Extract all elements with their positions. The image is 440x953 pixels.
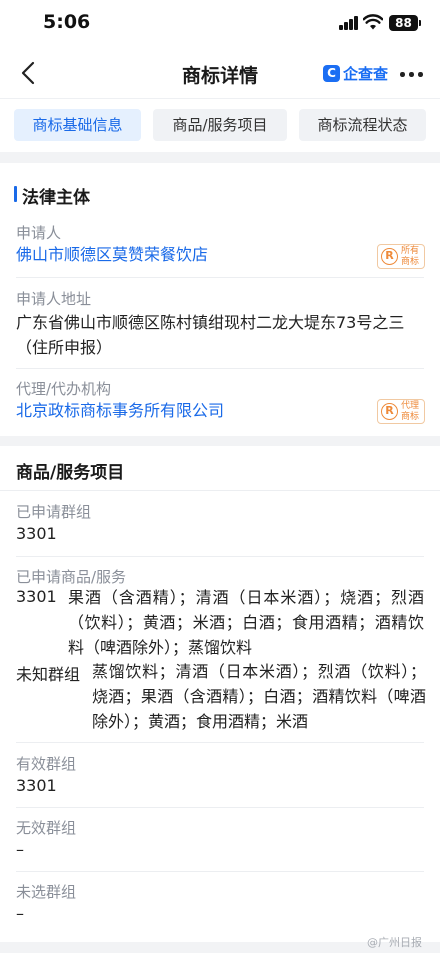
nav-bar: 商标详情 C 企查查 bbox=[0, 48, 440, 98]
address-label: 申请人地址 bbox=[16, 290, 92, 308]
unselected-group-label: 未选群组 bbox=[16, 883, 77, 901]
status-time: 5:06 bbox=[43, 11, 91, 33]
divider bbox=[0, 490, 440, 491]
tab-goods-services[interactable]: 商品/服务项目 bbox=[153, 109, 287, 141]
battery-icon: 88 bbox=[389, 15, 421, 31]
tab-process-status[interactable]: 商标流程状态 bbox=[299, 109, 426, 141]
valid-group-value: 3301 bbox=[16, 776, 57, 795]
valid-group-label: 有效群组 bbox=[16, 755, 77, 773]
goods-list: 果酒（含酒精）；清酒（日本米酒）；烧酒；烈酒（饮料）；黄酒；米酒；白酒；食用酒精… bbox=[68, 588, 424, 657]
badge-label: 代理商标 bbox=[401, 401, 420, 422]
watermark: @广州日报 bbox=[367, 936, 422, 949]
qcc-logo-icon: C bbox=[323, 64, 340, 82]
applicant-label: 申请人 bbox=[16, 224, 62, 242]
section-title: 法律主体 bbox=[22, 188, 90, 208]
agent-trademarks-badge[interactable]: R 代理商标 bbox=[377, 399, 425, 424]
tab-bar: 商标基础信息 商品/服务项目 商标流程状态 bbox=[0, 98, 440, 152]
tab-basic-info[interactable]: 商标基础信息 bbox=[14, 109, 141, 141]
registered-trademark-icon: R bbox=[381, 403, 398, 420]
divider bbox=[16, 368, 424, 369]
divider bbox=[16, 807, 424, 808]
applicant-link[interactable]: 佛山市顺德区莫赞荣餐饮店 bbox=[16, 242, 208, 267]
all-trademarks-badge[interactable]: R 所有商标 bbox=[377, 244, 425, 269]
invalid-group-value: – bbox=[16, 840, 24, 859]
divider bbox=[16, 277, 424, 278]
applied-group-value: 3301 bbox=[16, 524, 57, 543]
divider bbox=[16, 871, 424, 872]
agent-link[interactable]: 北京政标商标事务所有限公司 bbox=[16, 398, 224, 423]
legal-subject-section: 法律主体 申请人 佛山市顺德区莫赞荣餐饮店 R 所有商标 申请人地址 广东省佛山… bbox=[0, 163, 440, 436]
more-options-icon[interactable] bbox=[400, 72, 424, 78]
applied-goods-label: 已申请商品/服务 bbox=[16, 568, 127, 586]
divider bbox=[16, 556, 424, 557]
section-title: 商品/服务项目 bbox=[16, 463, 125, 483]
agent-label: 代理/代办机构 bbox=[16, 380, 112, 398]
unselected-group-value: – bbox=[16, 904, 24, 923]
goods-services-section: 商品/服务项目 已申请群组 3301 已申请商品/服务 3301 果酒（含酒精）… bbox=[0, 446, 440, 942]
divider bbox=[16, 742, 424, 743]
goods-group-code: 3301 bbox=[16, 587, 57, 606]
goods-group-code: 未知群组 bbox=[16, 665, 81, 684]
registered-trademark-icon: R bbox=[381, 248, 398, 265]
status-bar: 5:06 88 bbox=[0, 0, 440, 48]
brand-logo[interactable]: C 企查查 bbox=[323, 62, 388, 84]
invalid-group-label: 无效群组 bbox=[16, 819, 77, 837]
wifi-icon bbox=[363, 14, 383, 30]
badge-label: 所有商标 bbox=[401, 246, 420, 267]
goods-list: 蒸馏饮料；清酒（日本米酒）；烈酒（饮料）；烧酒；果酒（含酒精）；白酒；酒精饮料（… bbox=[92, 662, 426, 731]
address-value: 广东省佛山市顺德区陈村镇绀现村二龙大堤东73号之三（住所申报） bbox=[16, 313, 405, 357]
applied-group-label: 已申请群组 bbox=[16, 503, 92, 521]
section-accent-bar bbox=[14, 186, 17, 202]
brand-name: 企查查 bbox=[343, 64, 389, 83]
cellular-signal-icon bbox=[339, 16, 359, 30]
